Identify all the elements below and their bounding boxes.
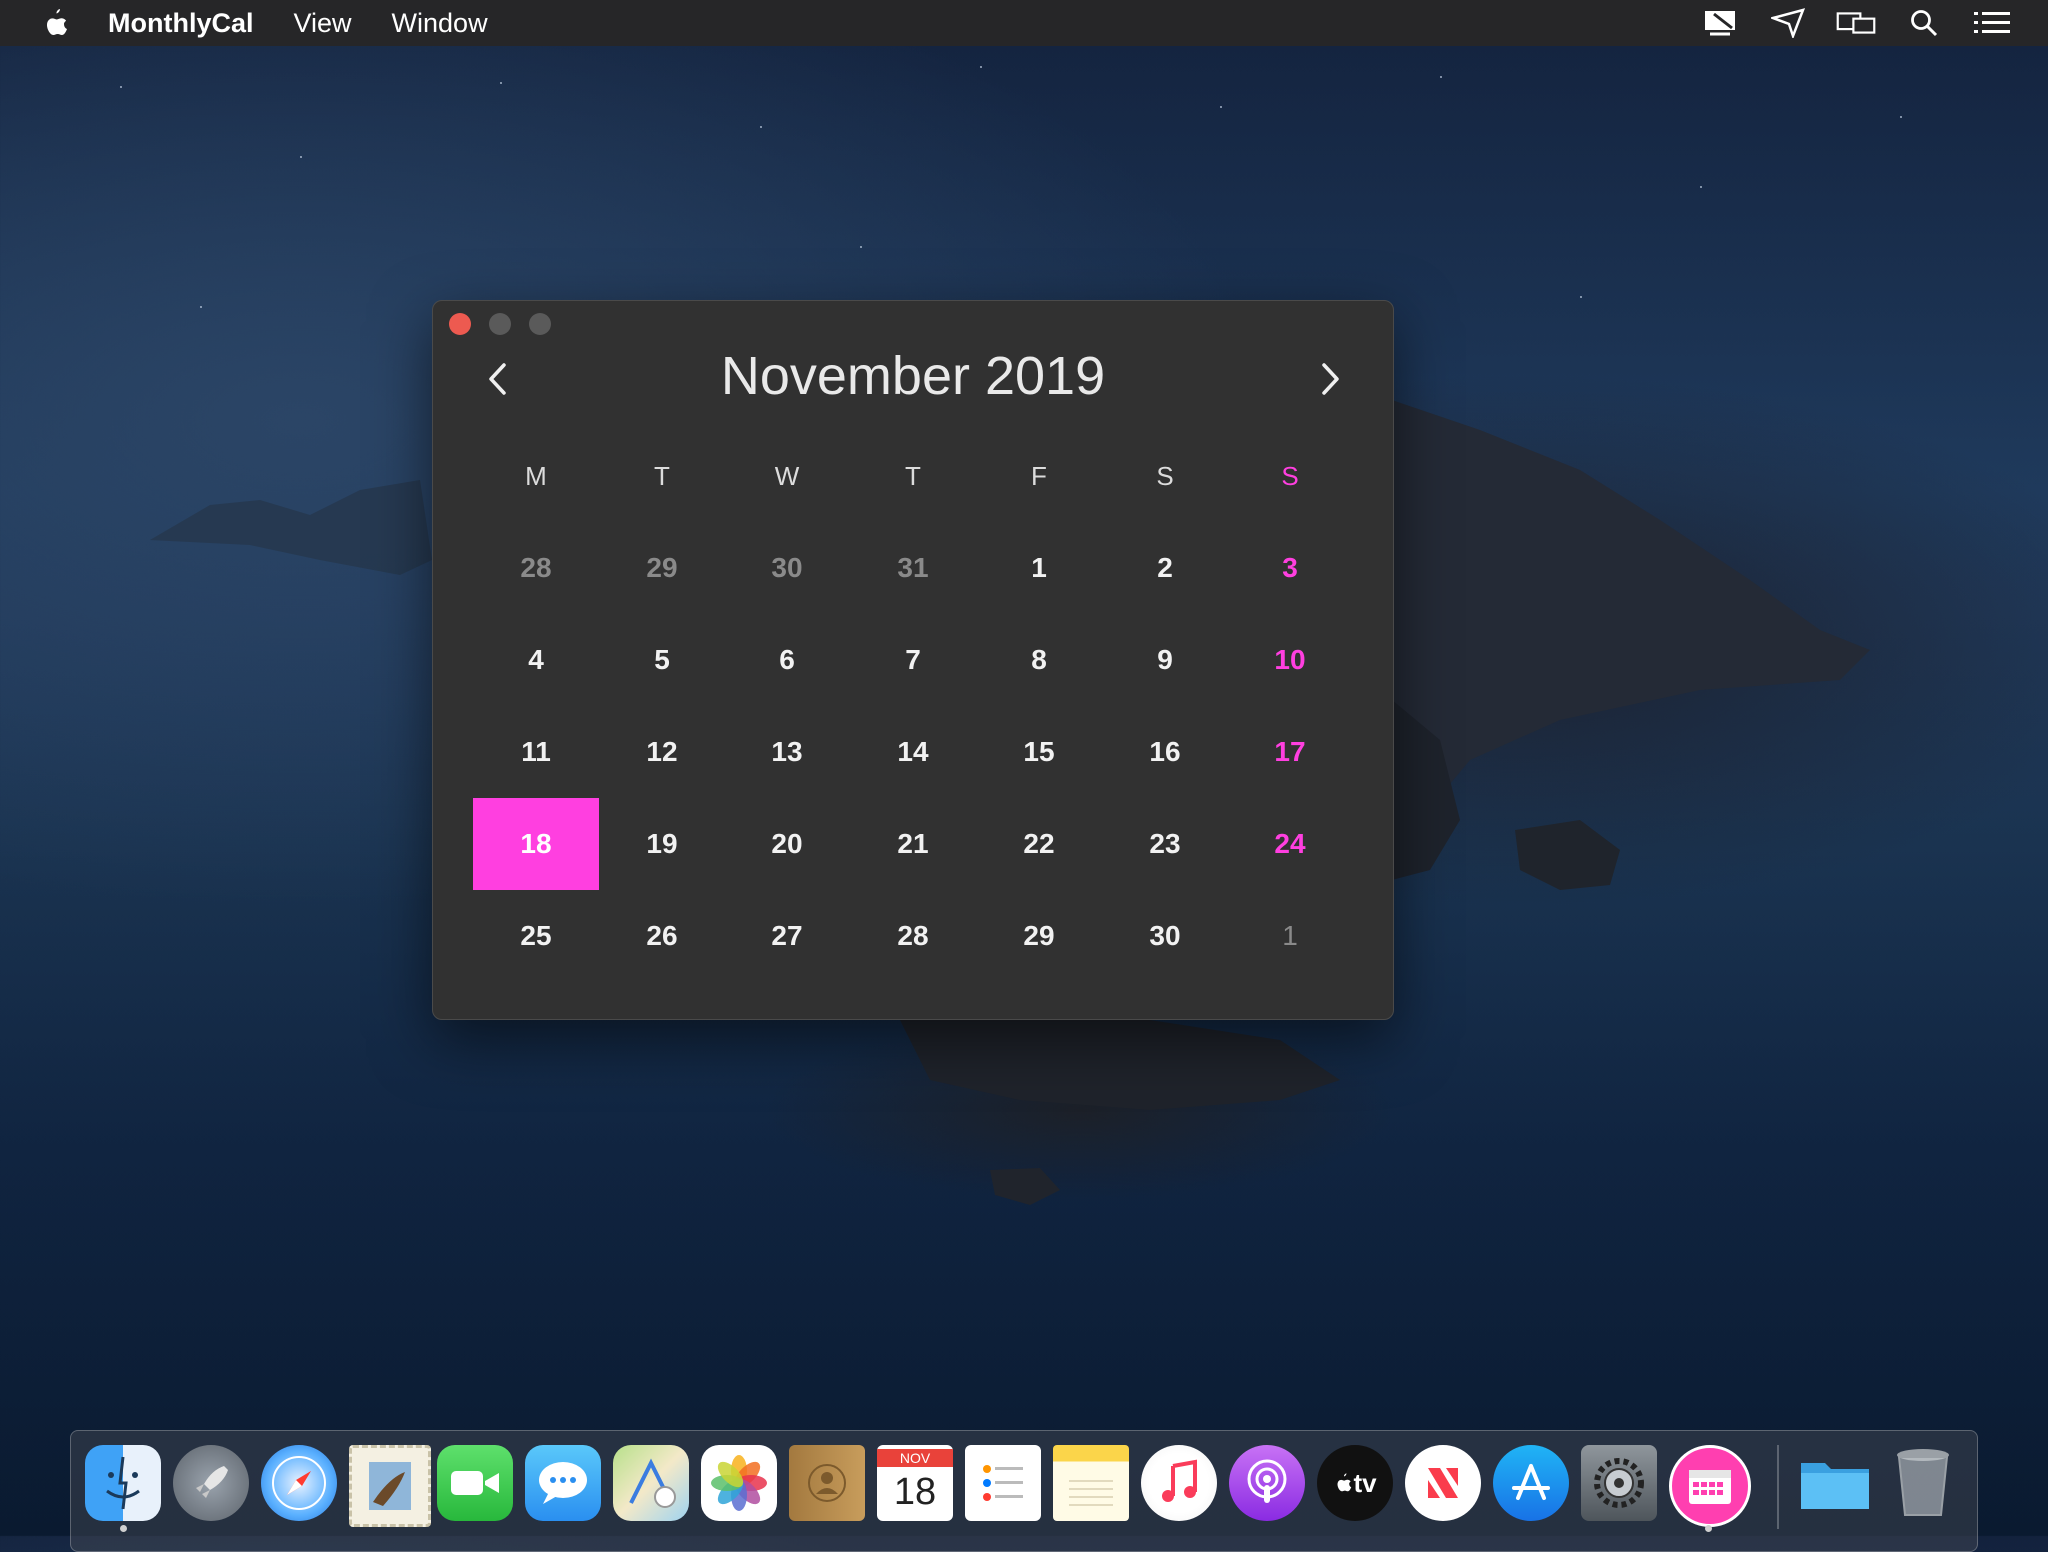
apple-tv-icon[interactable]: tv [1317, 1445, 1393, 1521]
day-cell[interactable]: 20 [724, 798, 850, 890]
day-cell[interactable]: 31 [850, 522, 976, 614]
day-cell[interactable]: 27 [724, 890, 850, 982]
day-cell[interactable]: 16 [1102, 706, 1228, 798]
day-cell[interactable]: 30 [1102, 890, 1228, 982]
day-cell[interactable]: 21 [850, 798, 976, 890]
day-cell[interactable]: 9 [1102, 614, 1228, 706]
day-cell[interactable]: 2 [1102, 522, 1228, 614]
weekday-tuesday: T [654, 461, 670, 491]
day-cell[interactable]: 14 [850, 706, 976, 798]
day-cell[interactable]: 29 [976, 890, 1102, 982]
notification-center-icon[interactable] [1972, 5, 2012, 41]
weekday-monday: M [525, 461, 547, 491]
day-cell[interactable]: 30 [724, 522, 850, 614]
close-button[interactable] [449, 313, 471, 335]
month-title: November 2019 [720, 346, 1106, 406]
day-cell[interactable]: 25 [473, 890, 599, 982]
reminders-icon[interactable] [965, 1445, 1041, 1521]
mail-icon[interactable] [349, 1445, 431, 1527]
day-cell[interactable]: 19 [599, 798, 725, 890]
monthlycal-window: November 2019 M T W T F S S 28 29 30 31 … [432, 300, 1394, 1020]
contacts-icon[interactable] [789, 1445, 865, 1521]
notes-icon[interactable] [1053, 1445, 1129, 1521]
location-arrow-icon[interactable] [1768, 5, 1808, 41]
monthlycal-icon[interactable] [1669, 1445, 1751, 1527]
weekday-friday: F [1031, 461, 1047, 491]
podcasts-icon[interactable] [1229, 1445, 1305, 1521]
spotlight-search-icon[interactable] [1904, 5, 1944, 41]
day-cell[interactable]: 17 [1227, 706, 1353, 798]
weekday-thursday: T [905, 461, 921, 491]
day-cell[interactable]: 22 [976, 798, 1102, 890]
weekday-saturday: S [1156, 461, 1174, 491]
weekday-sunday: S [1281, 461, 1299, 491]
day-cell[interactable]: 28 [473, 522, 599, 614]
apple-menu-icon[interactable] [40, 6, 70, 40]
day-cell[interactable]: 8 [976, 614, 1102, 706]
photos-icon[interactable] [701, 1445, 777, 1521]
day-cell[interactable]: 11 [473, 706, 599, 798]
calendar-icon[interactable]: NOV 18 [877, 1445, 953, 1521]
safari-icon[interactable] [261, 1445, 337, 1521]
day-cell[interactable]: 12 [599, 706, 725, 798]
day-cell[interactable]: 29 [599, 522, 725, 614]
day-cell[interactable]: 24 [1227, 798, 1353, 890]
day-cell[interactable]: 5 [599, 614, 725, 706]
menu-window[interactable]: Window [392, 8, 488, 39]
music-icon[interactable] [1141, 1445, 1217, 1521]
dock-separator [1777, 1445, 1779, 1529]
day-cell[interactable]: 4 [473, 614, 599, 706]
day-cell[interactable]: 7 [850, 614, 976, 706]
menu-view[interactable]: View [294, 8, 352, 39]
downloads-folder-icon[interactable] [1797, 1445, 1873, 1521]
calendar-icon-day: 18 [893, 1471, 937, 1513]
day-cell[interactable]: 10 [1227, 614, 1353, 706]
apple-tv-label: tv [1353, 1467, 1377, 1498]
day-cell[interactable]: 13 [724, 706, 850, 798]
dock: NOV 18 tv [70, 1430, 1978, 1552]
chevron-right-icon [1322, 363, 1339, 395]
menu-bar: MonthlyCal View Window [0, 0, 2048, 46]
day-cell[interactable]: 15 [976, 706, 1102, 798]
next-month-button[interactable] [1301, 349, 1361, 409]
day-cell[interactable]: 1 [976, 522, 1102, 614]
day-cell[interactable]: 23 [1102, 798, 1228, 890]
system-preferences-icon[interactable] [1581, 1445, 1657, 1521]
finder-icon[interactable] [85, 1445, 161, 1521]
calendar-icon-month: NOV [877, 1449, 953, 1467]
minimize-button[interactable] [489, 313, 511, 335]
launchpad-icon[interactable] [173, 1445, 249, 1521]
day-cell[interactable]: 28 [850, 890, 976, 982]
day-cell[interactable]: 26 [599, 890, 725, 982]
zoom-button[interactable] [529, 313, 551, 335]
trash-icon[interactable] [1885, 1445, 1961, 1521]
app-name-menu[interactable]: MonthlyCal [108, 8, 254, 39]
news-icon[interactable] [1405, 1445, 1481, 1521]
facetime-icon[interactable] [437, 1445, 513, 1521]
day-cell[interactable]: 3 [1227, 522, 1353, 614]
weekday-wednesday: W [774, 461, 800, 491]
app-store-icon[interactable] [1493, 1445, 1569, 1521]
messages-icon[interactable] [525, 1445, 601, 1521]
day-cell[interactable]: 6 [724, 614, 850, 706]
today-cell[interactable]: 18 [473, 798, 599, 890]
maps-icon[interactable] [613, 1445, 689, 1521]
day-cell[interactable]: 1 [1227, 890, 1353, 982]
screens-icon[interactable] [1836, 5, 1876, 41]
airplay-display-icon[interactable] [1700, 5, 1740, 41]
